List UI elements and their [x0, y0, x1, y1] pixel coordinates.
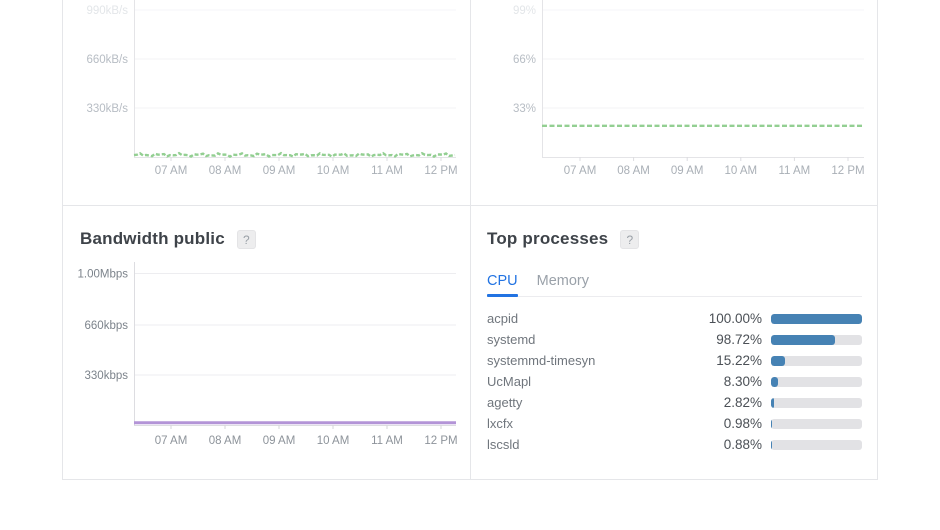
process-cpu-value: 15.22%	[716, 353, 762, 368]
process-usage-bar-fill	[771, 397, 774, 408]
process-name: lscsld	[487, 437, 520, 452]
process-name: agetty	[487, 395, 523, 410]
process-usage-bar	[771, 313, 862, 324]
top-processes-title: Top processes	[487, 229, 609, 248]
y-tick-label: 1.00Mbps	[77, 269, 128, 281]
y-tick-label: 66%	[513, 54, 536, 66]
process-row: systemd 98.72%	[487, 329, 862, 350]
process-row: lscsld 0.88%	[487, 434, 862, 455]
x-tick-label: 10 AM	[317, 165, 350, 177]
process-row: UcMapl 8.30%	[487, 371, 862, 392]
y-tick-label: 330kB/s	[86, 103, 128, 115]
process-cpu-value: 0.88%	[723, 437, 762, 452]
y-tick-label: 990kB/s	[86, 5, 128, 17]
process-list: acpid 100.00% systemd 98.72% systemmd-timesy…	[487, 308, 862, 455]
process-row: systemmd-timesyn 15.22%	[487, 350, 862, 371]
y-tick-label: 660kB/s	[86, 54, 128, 66]
x-tick-label: 07 AM	[564, 165, 597, 177]
process-name: systemd	[487, 332, 536, 347]
y-tick-label: 33%	[513, 103, 536, 115]
x-tick-label: 07 AM	[155, 165, 188, 177]
process-usage-bar	[771, 418, 862, 429]
tabs-separator	[487, 296, 862, 297]
process-name: acpid	[487, 311, 519, 326]
x-tick-label: 12 PM	[424, 165, 457, 177]
process-name: systemmd-timesyn	[487, 353, 596, 368]
process-usage-bar	[771, 334, 862, 345]
process-usage-bar-fill	[771, 418, 772, 429]
x-tick-label: 09 AM	[263, 165, 296, 177]
y-tick-label: 330kbps	[85, 370, 129, 382]
process-name: lxcfx	[487, 416, 513, 431]
active-tab-underline	[487, 294, 518, 297]
process-row: lxcfx 0.98%	[487, 413, 862, 434]
x-tick-label: 12 PM	[424, 435, 457, 447]
y-tick-label: 660kbps	[85, 320, 129, 332]
process-usage-bar	[771, 397, 862, 408]
x-tick-label: 09 AM	[671, 165, 704, 177]
process-cpu-value: 8.30%	[723, 374, 762, 389]
x-tick-label: 11 AM	[371, 165, 403, 177]
cpu-top-chart: 99% 66% 33% 07 AM 08 AM 09 AM 10 AM 11 AM 12 PM	[513, 0, 865, 177]
process-tabs: CPU Memory	[487, 273, 589, 289]
process-usage-bar-fill	[771, 355, 786, 366]
x-tick-label: 10 AM	[724, 165, 757, 177]
process-usage-bar	[771, 355, 862, 366]
process-cpu-value: 0.98%	[723, 416, 762, 431]
help-icon[interactable]: ?	[620, 229, 640, 249]
process-cpu-value: 98.72%	[716, 332, 762, 347]
bandwidth-top-chart: 990kB/s 660kB/s 330kB/s 07 AM 08 AM 09 AM 10 A…	[86, 0, 458, 177]
process-name: UcMapl	[487, 374, 532, 389]
x-tick-label: 11 AM	[371, 435, 403, 447]
tab-cpu[interactable]: CPU	[487, 273, 518, 289]
process-usage-bar-fill	[771, 334, 835, 345]
x-tick-label: 10 AM	[317, 435, 350, 447]
tab-memory[interactable]: Memory	[537, 273, 589, 289]
x-tick-label: 08 AM	[209, 165, 242, 177]
x-tick-label: 07 AM	[155, 435, 188, 447]
process-cpu-value: 2.82%	[723, 395, 762, 410]
top-processes-header: Top processes ?	[487, 229, 640, 249]
x-tick-label: 08 AM	[617, 165, 650, 177]
x-tick-label: 09 AM	[263, 435, 296, 447]
y-tick-label: 99%	[513, 5, 536, 17]
series-line	[133, 151, 456, 159]
process-usage-bar	[771, 439, 862, 450]
process-usage-bar	[771, 376, 862, 387]
process-row: agetty 2.82%	[487, 392, 862, 413]
process-usage-bar-fill	[771, 376, 779, 387]
x-tick-label: 08 AM	[209, 435, 242, 447]
x-tick-label: 12 PM	[831, 165, 864, 177]
process-cpu-value: 100.00%	[708, 311, 762, 326]
process-usage-bar-fill	[771, 439, 772, 450]
monitoring-dashboard: 990kB/s 660kB/s 330kB/s 07 AM 08 AM 09 AM 10 A…	[0, 0, 940, 530]
bandwidth-public-chart: 1.00Mbps 660kbps 330kbps 07 AM 08 AM 09 AM 10 …	[77, 262, 458, 447]
process-row: acpid 100.00%	[487, 308, 862, 329]
process-usage-bar-fill	[771, 313, 862, 324]
x-tick-label: 11 AM	[779, 165, 811, 177]
